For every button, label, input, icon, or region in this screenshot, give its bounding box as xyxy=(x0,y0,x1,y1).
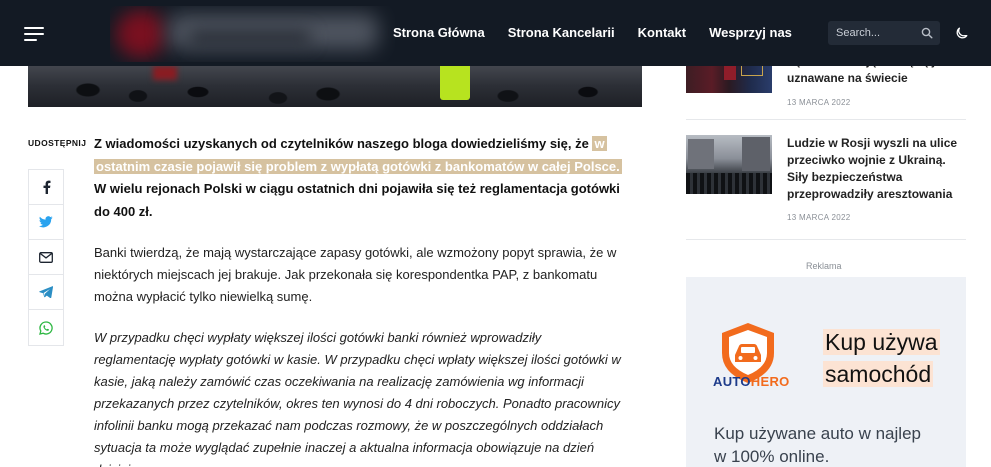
site-header: Strona Główna Strona Kancelarii Kontakt … xyxy=(0,0,991,66)
sidebar-divider xyxy=(686,239,966,240)
ad-headline: Kup używa samochód xyxy=(823,329,940,387)
lead-rest: W wielu rejonach Polski w ciągu ostatnic… xyxy=(94,181,620,219)
search-icon[interactable] xyxy=(921,27,933,39)
sidebar-post-title[interactable]: Ludzie w Rosji wyszli na ulice przeciwko… xyxy=(787,135,965,203)
share-whatsapp-button[interactable] xyxy=(29,310,63,345)
site-logo-blurred[interactable] xyxy=(110,6,395,62)
search-box xyxy=(828,21,940,45)
share-facebook-button[interactable] xyxy=(29,170,63,205)
post-thumbnail[interactable] xyxy=(686,135,772,194)
email-icon xyxy=(39,251,53,263)
article-quote: W przypadku chęci wypłaty większej ilośc… xyxy=(94,330,621,467)
telegram-icon xyxy=(39,286,53,298)
ad-subline: Kup używane auto w najlep w 100% online. xyxy=(714,424,921,466)
facebook-icon xyxy=(43,180,50,194)
sidebar-post-date: 13 MARCA 2022 xyxy=(787,213,851,222)
search-input[interactable] xyxy=(836,24,918,42)
nav-kontakt[interactable]: Kontakt xyxy=(638,25,686,40)
ad-brand: AUTOHERO xyxy=(713,374,790,389)
nav-strona-kancelarii[interactable]: Strona Kancelarii xyxy=(508,25,615,40)
sidebar-post[interactable]: Ludzie w Rosji wyszli na ulice przeciwko… xyxy=(686,135,966,225)
share-label: UDOSTĘPNIJ xyxy=(28,138,87,148)
share-email-button[interactable] xyxy=(29,240,63,275)
share-buttons xyxy=(28,169,64,346)
lead-text: Z wiadomości uzyskanych od czytelników n… xyxy=(94,136,593,151)
menu-icon[interactable] xyxy=(24,27,44,41)
article-lead: Z wiadomości uzyskanych od czytelników n… xyxy=(94,133,622,223)
share-telegram-button[interactable] xyxy=(29,275,63,310)
share-twitter-button[interactable] xyxy=(29,205,63,240)
twitter-icon xyxy=(39,216,53,228)
nav-strona-glowna[interactable]: Strona Główna xyxy=(393,25,485,40)
advertisement[interactable]: AUTOHERO Kup używa samochód Kup używane … xyxy=(686,277,966,467)
main-nav: Strona Główna Strona Kancelarii Kontakt … xyxy=(393,25,815,40)
moon-icon[interactable] xyxy=(955,26,969,40)
article-paragraph: Banki twierdzą, że mają wystarczające za… xyxy=(94,245,617,304)
nav-wesprzyj-nas[interactable]: Wesprzyj nas xyxy=(709,25,792,40)
whatsapp-icon xyxy=(39,320,53,335)
sidebar-post-date: 13 MARCA 2022 xyxy=(787,98,851,107)
ad-label: Reklama xyxy=(806,261,842,271)
featured-image xyxy=(28,60,642,107)
sidebar-divider xyxy=(686,119,966,120)
article-body: Z wiadomości uzyskanych od czytelników n… xyxy=(94,133,622,467)
